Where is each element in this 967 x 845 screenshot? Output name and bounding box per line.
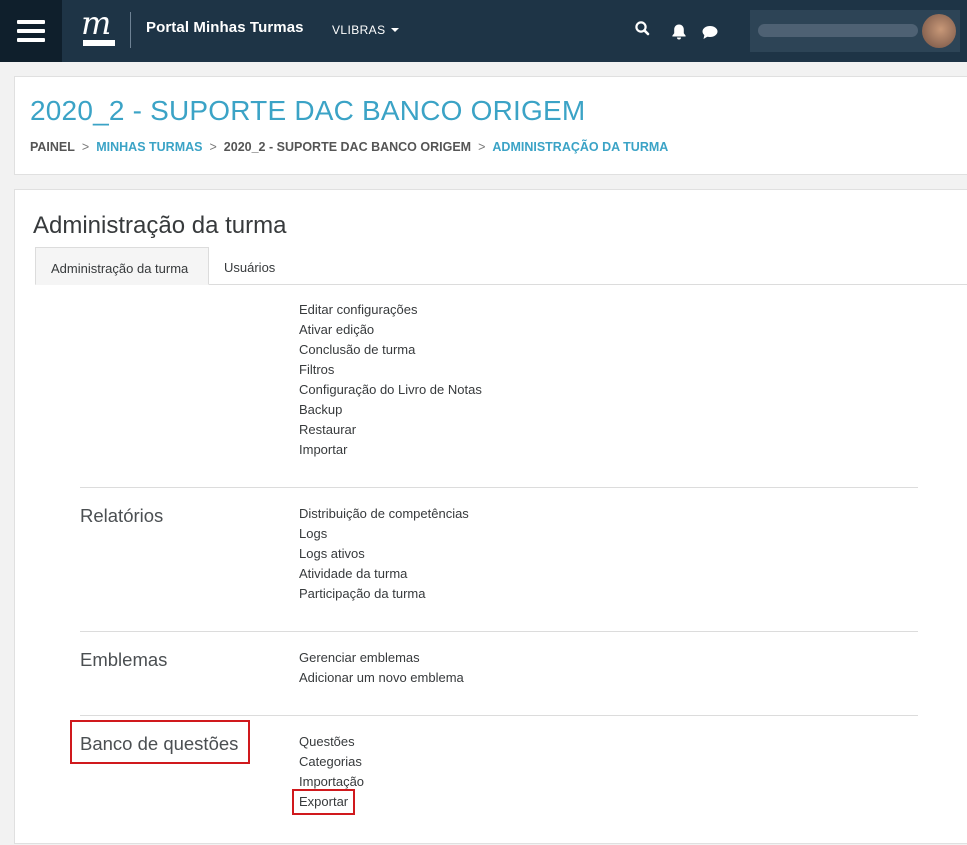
- svg-text:m: m: [81, 8, 111, 42]
- avatar: [922, 14, 956, 48]
- link-exportar[interactable]: Exportar: [291, 789, 356, 815]
- site-logo[interactable]: m: [80, 8, 118, 50]
- link-questoes[interactable]: Questões: [299, 732, 364, 752]
- bell-icon[interactable]: [670, 23, 688, 41]
- breadcrumb-minhas-turmas[interactable]: MINHAS TURMAS: [96, 140, 202, 154]
- link-gerenciar-emblemas[interactable]: Gerenciar emblemas: [299, 648, 464, 668]
- section-heading: Administração da turma: [33, 212, 287, 239]
- breadcrumb-separator: >: [478, 140, 486, 154]
- breadcrumb-separator: >: [81, 140, 90, 154]
- link-atividade-turma[interactable]: Atividade da turma: [299, 564, 469, 584]
- link-restaurar[interactable]: Restaurar: [299, 420, 482, 440]
- link-participacao-turma[interactable]: Participação da turma: [299, 584, 469, 604]
- category-emblemas: Emblemas: [80, 649, 168, 670]
- link-distribuicao-competencias[interactable]: Distribuição de competências: [299, 504, 469, 524]
- link-categorias[interactable]: Categorias: [299, 752, 364, 772]
- link-livro-notas[interactable]: Configuração do Livro de Notas: [299, 380, 482, 400]
- relatorios-links: Distribuição de competências Logs Logs a…: [299, 504, 469, 604]
- user-menu[interactable]: [750, 10, 960, 52]
- link-editar-configuracoes[interactable]: Editar configurações: [299, 300, 482, 320]
- user-name-blurred: [758, 24, 918, 37]
- logo-divider: [130, 12, 131, 48]
- course-admin-panel: Administração da turma Administração da …: [14, 189, 967, 844]
- link-adicionar-emblema[interactable]: Adicionar um novo emblema: [299, 668, 464, 688]
- divider: [80, 487, 918, 488]
- link-importar[interactable]: Importar: [299, 440, 482, 460]
- general-links: Editar configurações Ativar edição Concl…: [299, 300, 482, 460]
- link-logs[interactable]: Logs: [299, 524, 469, 544]
- caret-down-icon: [390, 28, 399, 32]
- navbar: m Portal Minhas Turmas VLIBRAS: [0, 0, 967, 62]
- category-relatorios: Relatórios: [80, 505, 164, 526]
- tab-administracao[interactable]: Administração da turma: [35, 247, 209, 285]
- search-icon[interactable]: [634, 20, 652, 38]
- category-banco-questoes: Banco de questões: [80, 733, 239, 754]
- page-title: 2020_2 - SUPORTE DAC BANCO ORIGEM: [30, 95, 586, 126]
- breadcrumb-separator: >: [209, 140, 217, 154]
- site-brand[interactable]: Portal Minhas Turmas: [146, 19, 304, 36]
- link-logs-ativos[interactable]: Logs ativos: [299, 544, 469, 564]
- breadcrumb-course[interactable]: 2020_2 - SUPORTE DAC BANCO ORIGEM: [224, 140, 471, 154]
- breadcrumb-current[interactable]: ADMINISTRAÇÃO DA TURMA: [492, 140, 668, 154]
- emblemas-links: Gerenciar emblemas Adicionar um novo emb…: [299, 648, 464, 688]
- divider: [80, 631, 918, 632]
- chat-icon[interactable]: [701, 24, 719, 42]
- divider: [80, 715, 918, 716]
- link-filtros[interactable]: Filtros: [299, 360, 482, 380]
- menu-icon[interactable]: [0, 0, 62, 62]
- language-menu[interactable]: VLIBRAS: [332, 23, 399, 37]
- link-ativar-edicao[interactable]: Ativar edição: [299, 320, 482, 340]
- breadcrumb: PAINEL > MINHAS TURMAS >2020_2 - SUPORTE DA…: [30, 140, 668, 154]
- language-label: VLIBRAS: [332, 23, 386, 37]
- banco-links: Questões Categorias Importação Exportar: [291, 732, 364, 815]
- link-conclusao-turma[interactable]: Conclusão de turma: [299, 340, 482, 360]
- tab-usuarios[interactable]: Usuários: [209, 247, 290, 285]
- link-importacao[interactable]: Importação: [299, 772, 364, 792]
- page-header: 2020_2 - SUPORTE DAC BANCO ORIGEM PAINEL…: [14, 76, 967, 175]
- tab-bar: Administração da turma Usuários: [35, 247, 967, 285]
- breadcrumb-painel[interactable]: PAINEL: [30, 140, 75, 154]
- link-backup[interactable]: Backup: [299, 400, 482, 420]
